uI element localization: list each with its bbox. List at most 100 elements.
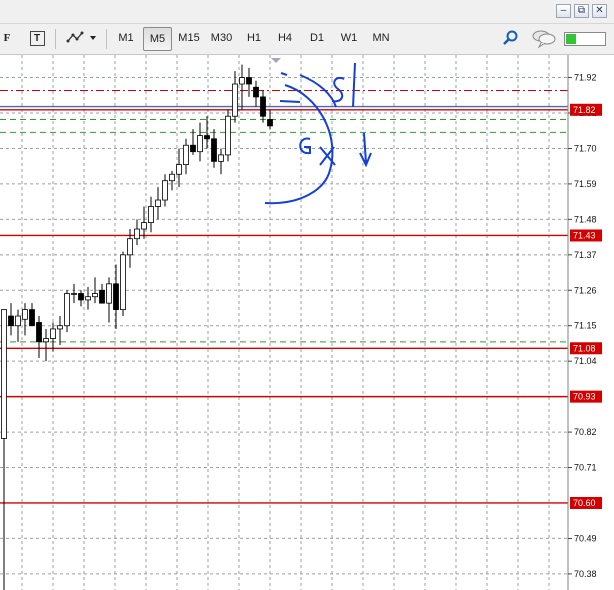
candle-body <box>57 325 63 330</box>
candle-body <box>120 254 126 311</box>
timeframe-d1-label: D1 <box>309 32 325 44</box>
signal-fill <box>566 34 576 44</box>
toolbar-separator <box>55 29 56 49</box>
timeframe-h1-label: H1 <box>246 32 262 44</box>
candle-body <box>253 86 259 98</box>
candle-body <box>106 283 112 304</box>
candle-body <box>211 138 217 162</box>
timeframe-h1-button[interactable]: H1 <box>240 27 268 51</box>
axis-tick-label: 71.92 <box>574 73 597 83</box>
axis-tick-label: 71.48 <box>574 214 597 224</box>
candle-body <box>29 309 35 327</box>
connection-status[interactable] <box>564 27 608 51</box>
close-button[interactable]: ✕ <box>592 4 607 18</box>
signal-status-icon <box>564 32 606 46</box>
window-titlebar: – ⧉ ✕ <box>0 0 614 24</box>
axis-tick-label: 70.38 <box>574 569 597 579</box>
candle-body <box>113 283 119 311</box>
dropdown-arrow-icon <box>90 36 96 40</box>
candle-body <box>71 293 77 295</box>
chat-icon <box>532 30 556 49</box>
price-chart[interactable]: 71.9271.8171.7071.5971.4871.3771.2671.15… <box>0 55 614 590</box>
candle-body <box>64 293 70 327</box>
timeframe-w1-button[interactable]: W1 <box>335 27 363 51</box>
axis-tick-label: 71.59 <box>574 179 597 189</box>
chat-button[interactable] <box>530 27 558 51</box>
candle-body <box>218 154 224 162</box>
text-tool-label: T <box>33 33 41 44</box>
axis-tick-label: 70.71 <box>574 463 597 473</box>
timeframe-m5-button[interactable]: M5 <box>143 27 172 51</box>
candle-body <box>190 144 196 153</box>
candle-body <box>197 135 203 153</box>
candle-body <box>8 315 14 327</box>
timeframe-m15-label: M15 <box>178 32 200 44</box>
annotation-l-stroke <box>352 62 356 108</box>
chart-shift-marker-icon <box>271 58 281 63</box>
candle-body <box>1 309 7 439</box>
candle-body <box>162 180 168 201</box>
candle-body <box>232 83 238 117</box>
annotation-g-letter <box>299 137 311 155</box>
candle-body <box>260 96 266 117</box>
annotation-dash-1 <box>279 100 301 103</box>
timeframe-m5-label: M5 <box>149 33 166 45</box>
timeframe-m30-button[interactable]: M30 <box>206 27 237 51</box>
candle-body <box>267 119 273 127</box>
font-tool-label: F <box>3 32 11 44</box>
restore-button[interactable]: ⧉ <box>574 4 589 18</box>
candle-body <box>50 328 56 340</box>
candle-body <box>155 199 161 207</box>
candle-body <box>176 164 182 175</box>
axis-tick-label: 71.04 <box>574 356 597 366</box>
annotation-arc-top <box>299 74 337 108</box>
toolbar-separator <box>106 29 107 49</box>
font-tool-button[interactable]: F <box>0 27 14 51</box>
candle-body <box>225 115 231 156</box>
timeframe-m1-button[interactable]: M1 <box>112 27 140 51</box>
axis-tick-label: 70.82 <box>574 427 597 437</box>
timeframe-w1-label: W1 <box>340 32 358 44</box>
axis-tick-label: 70.49 <box>574 533 597 543</box>
candle-body <box>204 135 210 140</box>
annotation-s-letter <box>331 77 345 103</box>
timeframe-h4-label: H4 <box>277 32 293 44</box>
text-icon: T <box>29 31 45 46</box>
candle-body <box>78 293 84 301</box>
price-tag-label: 70.60 <box>573 498 596 508</box>
price-tag-label: 71.82 <box>573 105 596 115</box>
candle-body <box>85 296 91 301</box>
axis-tick-label: 71.37 <box>574 250 597 260</box>
candle-body <box>36 322 42 343</box>
timeframe-m1-label: M1 <box>118 32 134 44</box>
price-tag-label: 70.93 <box>573 392 596 402</box>
candle-body <box>15 315 21 327</box>
zoom-search-button[interactable] <box>500 27 522 51</box>
text-tool-button[interactable]: T <box>26 27 48 51</box>
price-tag-label: 71.43 <box>573 230 596 240</box>
timeframe-d1-button[interactable]: D1 <box>303 27 331 51</box>
chart-grid <box>0 55 568 590</box>
candle-body <box>141 222 147 230</box>
timeframe-m30-label: M30 <box>210 32 233 44</box>
objects-menu-button[interactable] <box>62 27 100 51</box>
candle-body <box>148 206 154 223</box>
candle-body <box>169 173 175 182</box>
hand-drawn-annotations <box>264 62 372 205</box>
timeframe-h4-button[interactable]: H4 <box>271 27 299 51</box>
minimize-button[interactable]: – <box>556 4 571 18</box>
candle-body <box>183 144 189 165</box>
price-tag-label: 71.08 <box>573 343 596 353</box>
axis-tick-label: 71.26 <box>574 285 597 295</box>
candle-body <box>43 338 49 343</box>
candle-body <box>239 77 245 85</box>
timeframe-mn-button[interactable]: MN <box>367 27 395 51</box>
candle-body <box>92 293 98 298</box>
candle-body <box>246 77 252 85</box>
axis-tick-label: 71.15 <box>574 321 597 331</box>
timeframe-m15-button[interactable]: M15 <box>174 27 204 51</box>
candle-body <box>22 309 28 320</box>
candle-body <box>134 228 140 240</box>
candle-body <box>99 289 105 304</box>
candlesticks <box>1 64 273 590</box>
